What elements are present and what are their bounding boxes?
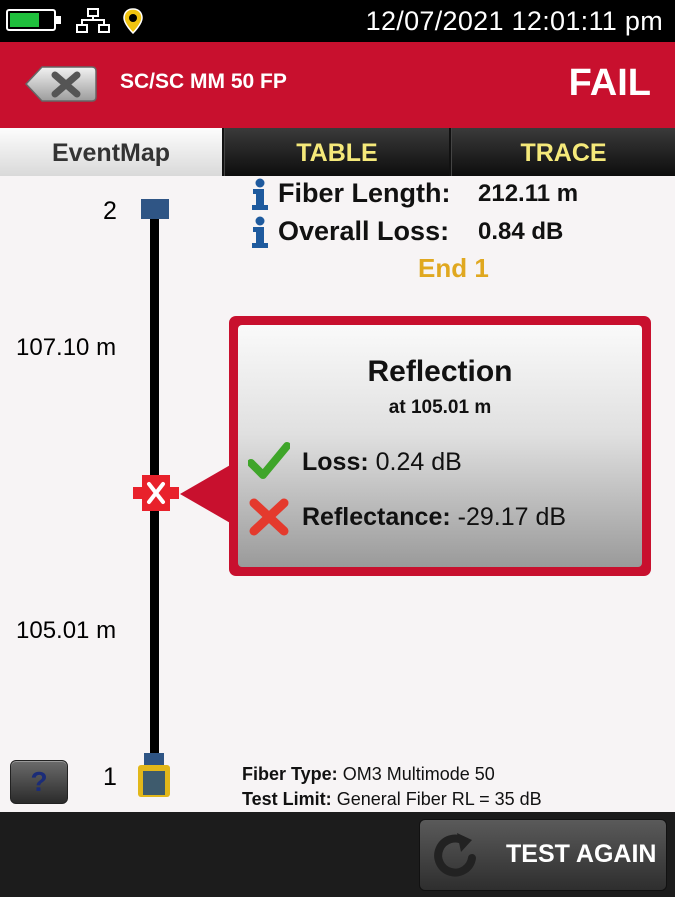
- overall-loss-label: Overall Loss:: [278, 216, 450, 246]
- help-button[interactable]: ?: [10, 760, 68, 804]
- tab-table[interactable]: TABLE: [224, 128, 449, 176]
- test-limit-label: Test Limit:: [242, 789, 332, 809]
- test-again-label: TEST AGAIN: [506, 840, 657, 868]
- fiber-type-label: Fiber Type:: [242, 764, 338, 784]
- event-popup[interactable]: Reflection at 105.01 m Loss: 0.24 dB Ref…: [238, 325, 642, 567]
- test-result: FAIL: [568, 62, 651, 104]
- info-icon[interactable]: [250, 178, 270, 210]
- reflectance-row: Reflectance: -29.17 dB: [302, 503, 566, 532]
- test-again-button[interactable]: TEST AGAIN: [419, 819, 667, 891]
- fiber-length-row: Fiber Length: 212.11 m: [250, 178, 578, 210]
- refresh-icon: [434, 833, 476, 877]
- datetime: 12/07/2021 12:01:11 pm: [365, 6, 663, 36]
- close-button[interactable]: [22, 64, 98, 104]
- end-2-label: 2: [103, 197, 117, 225]
- header-bar: SC/SC MM 50 FP FAIL: [0, 42, 675, 128]
- loss-label: Loss:: [302, 448, 369, 476]
- status-bar: 12/07/2021 12:01:11 pm: [0, 0, 675, 42]
- location-pin-icon: [123, 8, 143, 34]
- fiber-length-value: 212.11 m: [478, 180, 579, 207]
- bottom-bar: TEST AGAIN: [0, 812, 675, 897]
- test-limit-row: Test Limit: General Fiber RL = 35 dB: [242, 789, 542, 810]
- fiber-type-value: OM3 Multimode 50: [342, 764, 495, 784]
- end-2-connector: [141, 199, 169, 219]
- end-1-connector: [138, 753, 170, 797]
- overall-loss-value: 0.84 dB: [478, 218, 564, 245]
- distance-lower: 105.01 m: [16, 617, 117, 644]
- event-type: Reflection: [367, 355, 513, 388]
- fail-x-icon: [249, 498, 289, 536]
- loss-value: 0.24 dB: [375, 448, 462, 476]
- distance-upper: 107.10 m: [16, 334, 117, 361]
- loss-row: Loss: 0.24 dB: [302, 448, 462, 477]
- reflection-event-marker[interactable]: [133, 470, 179, 516]
- battery-icon: [6, 9, 61, 31]
- check-icon: [248, 442, 290, 479]
- test-name: SC/SC MM 50 FP: [120, 70, 287, 93]
- test-limit-value: General Fiber RL = 35 dB: [336, 789, 542, 809]
- reflectance-value: -29.17 dB: [457, 503, 567, 531]
- overall-loss-row: Overall Loss: 0.84 dB: [250, 216, 563, 248]
- tab-eventmap[interactable]: EventMap: [0, 128, 222, 176]
- end-label: End 1: [418, 253, 489, 283]
- fiber-length-label: Fiber Length:: [278, 178, 451, 208]
- tab-bar: EventMap TABLE TRACE: [0, 128, 675, 176]
- info-icon[interactable]: [250, 216, 270, 248]
- network-icon: [76, 8, 110, 33]
- reflectance-label: Reflectance:: [302, 503, 451, 531]
- fiber-type-row: Fiber Type: OM3 Multimode 50: [242, 764, 495, 785]
- battery-fill: [10, 13, 39, 27]
- end-1-label: 1: [103, 763, 117, 791]
- popup-pointer: [180, 464, 232, 524]
- tab-trace[interactable]: TRACE: [451, 128, 675, 176]
- event-position: at 105.01 m: [388, 397, 492, 418]
